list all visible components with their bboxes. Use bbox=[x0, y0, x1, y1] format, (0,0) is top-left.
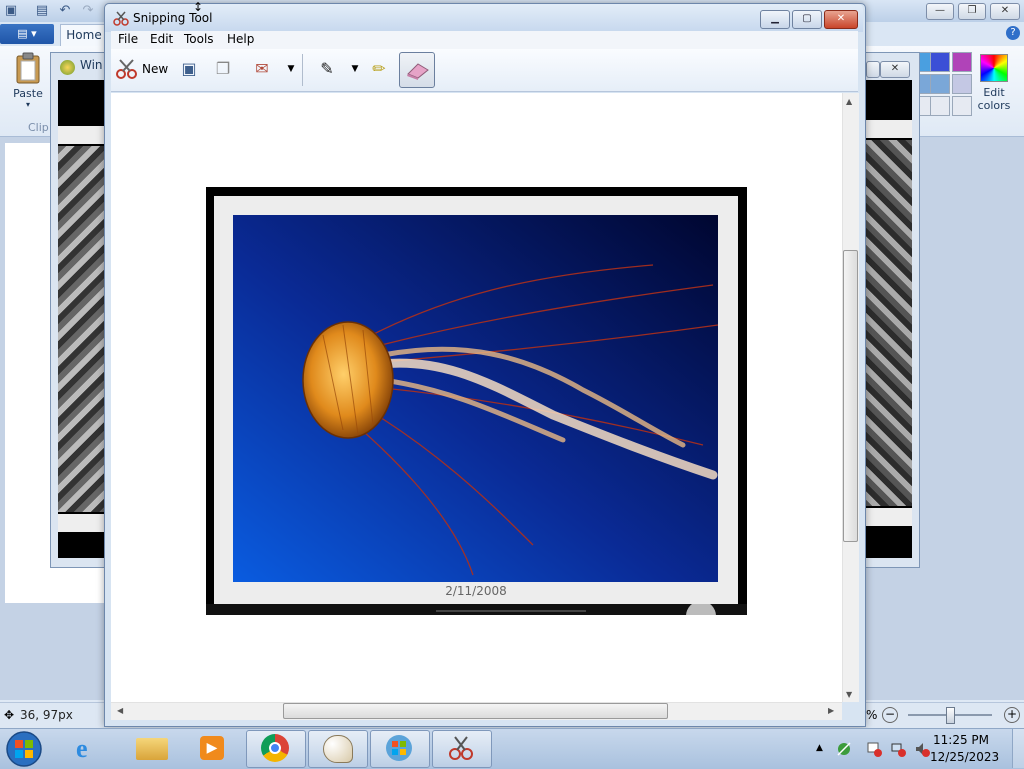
color-swatch[interactable] bbox=[930, 52, 950, 72]
vertical-scroll-thumb[interactable] bbox=[843, 250, 858, 542]
taskbar-photo-viewer[interactable] bbox=[370, 730, 430, 768]
paint-restore-button[interactable]: ❐ bbox=[958, 3, 986, 20]
paste-label: Paste bbox=[13, 87, 43, 100]
menu-tools[interactable]: Tools bbox=[184, 32, 214, 46]
chrome-icon bbox=[261, 734, 289, 762]
menu-edit[interactable]: Edit bbox=[150, 32, 173, 46]
scroll-up-icon[interactable]: ▲ bbox=[846, 97, 852, 106]
color-swatch[interactable] bbox=[952, 74, 972, 94]
action-center-icon[interactable] bbox=[836, 741, 852, 757]
menu-file[interactable]: File bbox=[118, 32, 138, 46]
snip-minimize-button[interactable]: ▁ bbox=[760, 10, 790, 29]
flag-warning-icon[interactable] bbox=[866, 741, 882, 757]
scissors-icon bbox=[449, 736, 473, 760]
paint-file-menu-button[interactable]: ▤ ▾ bbox=[0, 24, 54, 44]
save-icon[interactable]: ▤ bbox=[34, 3, 50, 19]
scroll-left-icon[interactable]: ◀ bbox=[117, 706, 123, 715]
taskbar-paint[interactable] bbox=[308, 730, 368, 768]
pen-icon[interactable]: ✎ bbox=[314, 56, 340, 82]
clock-date[interactable]: 12/25/2023 bbox=[930, 750, 999, 764]
captured-toolbar-line bbox=[436, 610, 586, 612]
viewer-photo-image bbox=[864, 140, 912, 506]
save-snip-icon[interactable]: ▣ bbox=[176, 56, 202, 82]
zoom-slider-thumb[interactable] bbox=[946, 707, 955, 724]
send-dropdown-icon[interactable]: ▼ bbox=[284, 56, 298, 82]
play-slideshow-icon bbox=[686, 604, 716, 615]
scroll-right-icon[interactable]: ▶ bbox=[828, 706, 834, 715]
eraser-button[interactable] bbox=[399, 52, 435, 88]
toolbar-separator bbox=[302, 54, 303, 86]
photo-date: 2/11/2008 bbox=[445, 584, 507, 598]
tray-expand-icon[interactable]: ▲ bbox=[816, 743, 823, 753]
edit-colors-label: Edit colors bbox=[977, 86, 1011, 112]
taskbar-internet-explorer[interactable]: e bbox=[62, 730, 120, 766]
undo-icon[interactable]: ↶ bbox=[57, 3, 73, 19]
volume-muted-icon[interactable] bbox=[914, 741, 930, 757]
paint-close-button[interactable]: ✕ bbox=[990, 3, 1020, 20]
color-wheel-icon bbox=[980, 54, 1008, 82]
show-desktop-button[interactable] bbox=[1012, 729, 1024, 768]
viewer-photo-mat bbox=[864, 508, 912, 526]
viewer-photo-mat bbox=[58, 514, 104, 532]
chevron-down-icon: ▾ bbox=[25, 100, 30, 109]
horizontal-scroll-thumb[interactable] bbox=[283, 703, 668, 719]
paint-app-icon[interactable]: ▣ bbox=[3, 3, 19, 19]
clipboard-icon bbox=[16, 52, 40, 84]
snip-close-button[interactable]: ✕ bbox=[824, 10, 858, 29]
highlighter-icon[interactable]: ✏ bbox=[366, 56, 392, 82]
scroll-down-icon[interactable]: ▼ bbox=[846, 690, 852, 699]
send-snip-icon[interactable]: ✉ bbox=[249, 56, 275, 82]
folder-icon bbox=[136, 738, 168, 760]
mouse-cursor-icon: ↕ bbox=[193, 0, 204, 14]
tab-home[interactable]: Home bbox=[60, 24, 108, 47]
pen-dropdown-icon[interactable]: ▼ bbox=[348, 56, 362, 82]
paint-palette-icon bbox=[323, 735, 353, 763]
snipping-tool-title-bar[interactable] bbox=[105, 4, 863, 32]
scissors-icon bbox=[116, 59, 137, 79]
help-icon[interactable]: ? bbox=[1006, 26, 1020, 40]
taskbar-snipping-tool[interactable] bbox=[432, 730, 492, 768]
taskbar-chrome[interactable] bbox=[246, 730, 306, 768]
snip-maximize-button[interactable]: ▢ bbox=[792, 10, 822, 29]
captured-viewer-controls bbox=[206, 604, 747, 615]
viewer-photo-mat bbox=[864, 120, 912, 138]
jellyfish-photo bbox=[233, 215, 718, 582]
copy-icon[interactable]: ❐ bbox=[210, 56, 236, 82]
clipboard-group-label: Clip bbox=[28, 121, 49, 134]
viewer-maximize-button[interactable] bbox=[866, 61, 880, 78]
menu-bar bbox=[111, 31, 858, 49]
clock-time[interactable]: 11:25 PM bbox=[930, 733, 992, 747]
redo-icon[interactable]: ↷ bbox=[80, 3, 96, 19]
paste-button[interactable]: Paste ▾ bbox=[8, 52, 48, 116]
viewer-close-button[interactable]: ✕ bbox=[880, 61, 910, 78]
new-snip-label: New bbox=[142, 62, 169, 76]
network-icon[interactable] bbox=[890, 741, 906, 757]
media-player-icon: ▶ bbox=[200, 736, 224, 760]
zoom-percent: % bbox=[866, 708, 878, 722]
zoom-out-button[interactable]: − bbox=[882, 707, 898, 723]
cursor-coordinates: 36, 97px bbox=[20, 708, 73, 722]
color-swatch[interactable] bbox=[930, 96, 950, 116]
color-swatch[interactable] bbox=[930, 74, 950, 94]
viewer-photo-mat bbox=[58, 126, 104, 144]
eraser-icon bbox=[407, 63, 429, 80]
color-swatch[interactable] bbox=[952, 96, 972, 116]
zoom-in-button[interactable]: + bbox=[1004, 707, 1020, 723]
internet-explorer-icon: e bbox=[76, 734, 88, 763]
photo-viewer-icon bbox=[60, 60, 75, 75]
scissors-icon bbox=[113, 11, 129, 26]
windows-logo-icon bbox=[386, 735, 412, 761]
taskbar-media-player[interactable]: ▶ bbox=[184, 730, 242, 766]
cursor-position-icon: ✥ bbox=[4, 708, 15, 722]
photo-viewer-title: Win bbox=[80, 58, 103, 72]
paint-minimize-button[interactable]: — bbox=[926, 3, 954, 20]
menu-help[interactable]: Help bbox=[227, 32, 254, 46]
taskbar-file-explorer[interactable] bbox=[124, 730, 182, 766]
start-button-icon[interactable] bbox=[4, 730, 44, 768]
edit-colors-button[interactable]: Edit colors bbox=[972, 52, 1016, 118]
color-swatch[interactable] bbox=[952, 52, 972, 72]
viewer-photo-image bbox=[58, 146, 104, 512]
